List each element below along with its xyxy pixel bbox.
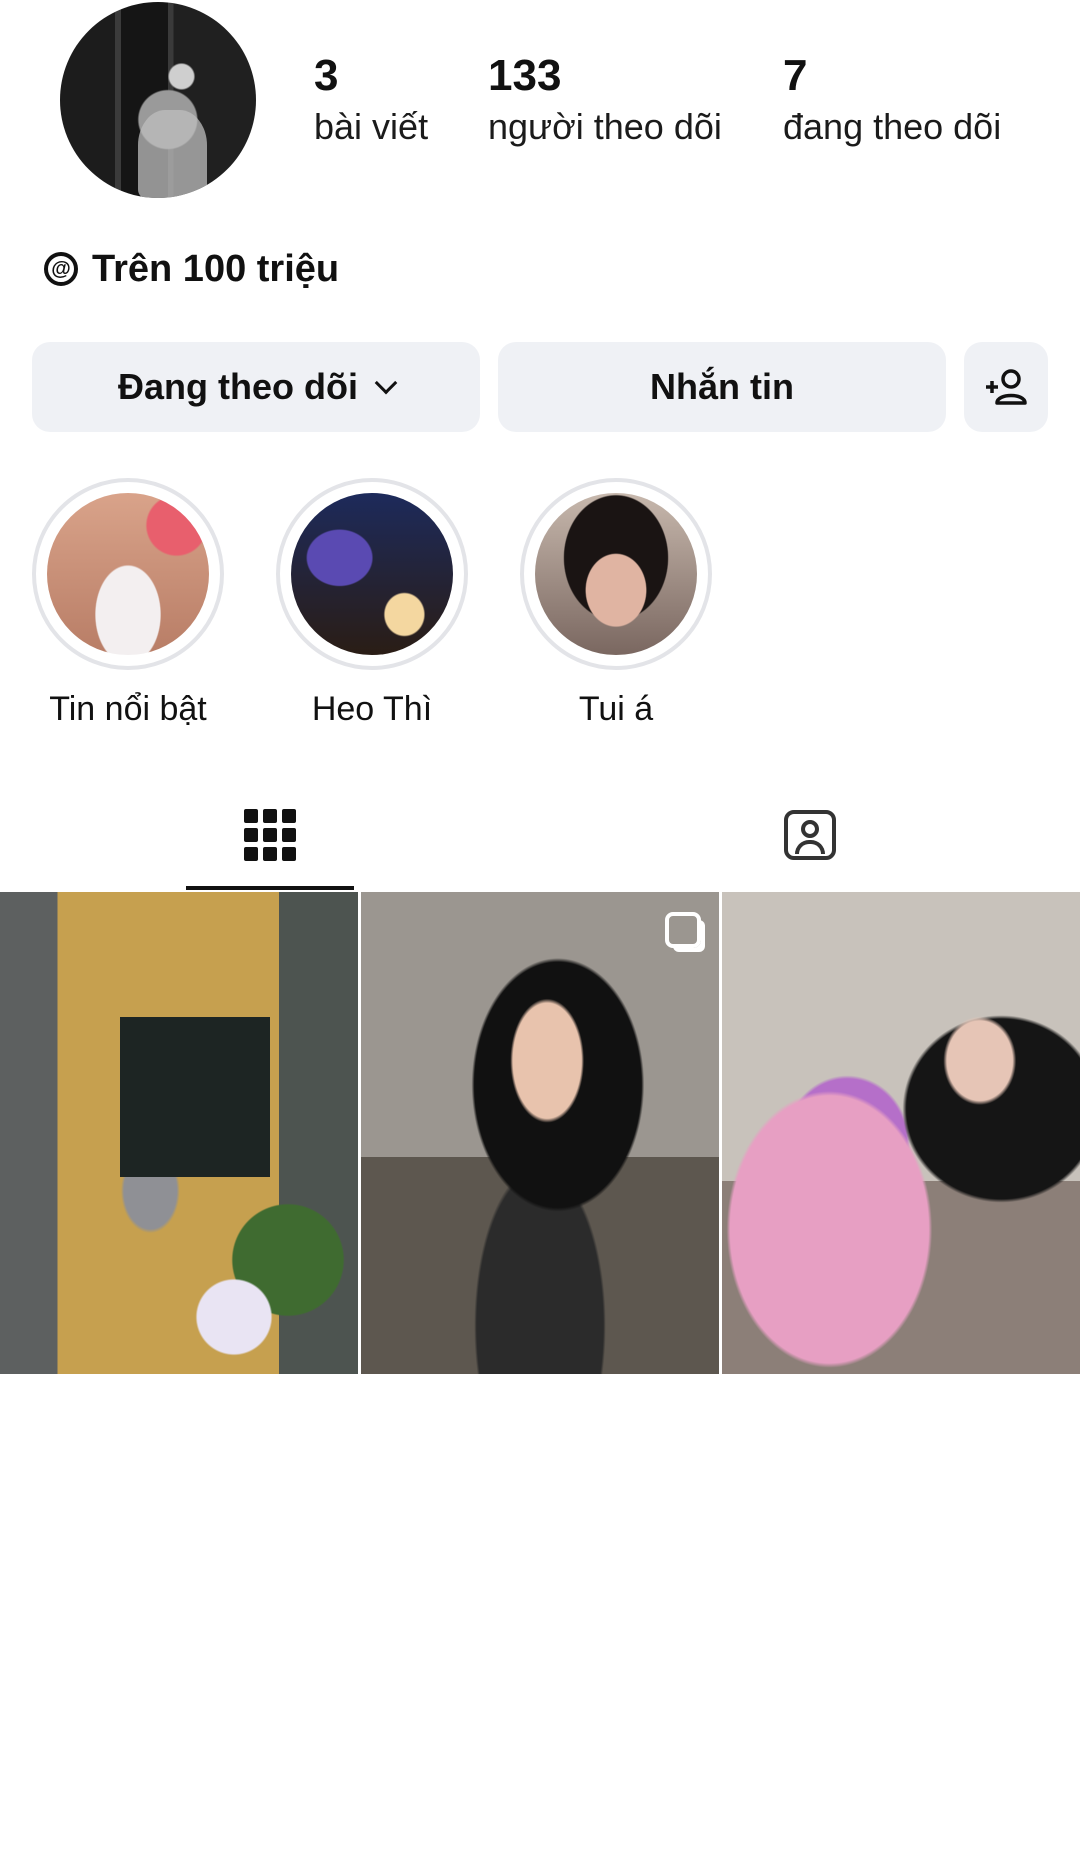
tab-posts-grid[interactable] <box>186 780 354 890</box>
profile-avatar[interactable] <box>60 2 256 198</box>
carousel-icon <box>665 912 701 948</box>
message-button[interactable]: Nhắn tin <box>498 342 946 432</box>
grid-icon <box>244 809 296 861</box>
followers-count: 133 <box>488 51 562 100</box>
highlight-cover <box>535 493 697 655</box>
highlight-cover <box>47 493 209 655</box>
post-thumbnail[interactable] <box>0 892 358 1374</box>
posts-label: bài viết <box>314 106 429 147</box>
highlight-item[interactable]: Heo Thì <box>274 478 470 729</box>
highlight-item[interactable]: Tin nổi bật <box>30 478 226 729</box>
highlight-ring <box>32 478 224 670</box>
following-button[interactable]: Đang theo dõi <box>32 342 480 432</box>
following-count: 7 <box>783 51 808 100</box>
post-thumbnail[interactable] <box>361 892 719 1374</box>
following-label: đang theo dõi <box>783 106 1002 147</box>
message-button-label: Nhắn tin <box>650 366 794 407</box>
posts-count: 3 <box>314 51 339 100</box>
tagged-icon <box>784 810 836 860</box>
highlight-label: Tui á <box>578 690 654 728</box>
highlight-item[interactable]: Tui á <box>518 478 714 729</box>
followers-stat[interactable]: 133 người theo dõi <box>488 48 722 150</box>
highlight-ring <box>276 478 468 670</box>
following-stat[interactable]: 7 đang theo dõi <box>783 48 1001 150</box>
highlight-cover <box>291 493 453 655</box>
highlight-ring <box>520 478 712 670</box>
add-person-icon <box>986 369 1027 405</box>
highlight-label: Tin nổi bật <box>49 690 207 728</box>
following-button-label: Đang theo dõi <box>118 366 358 407</box>
threads-badge[interactable]: @ Trên 100 triệu <box>44 244 339 294</box>
chevron-down-icon <box>374 371 398 395</box>
post-thumbnail[interactable] <box>722 892 1080 1374</box>
posts-count-stat[interactable]: 3 bài viết <box>314 48 428 150</box>
threads-icon: @ <box>44 252 78 286</box>
highlight-label: Heo Thì <box>311 690 433 728</box>
followers-label: người theo dõi <box>488 106 722 147</box>
threads-label: Trên 100 triệu <box>92 247 340 290</box>
add-person-button[interactable] <box>964 342 1048 432</box>
tab-tagged[interactable] <box>770 780 850 890</box>
